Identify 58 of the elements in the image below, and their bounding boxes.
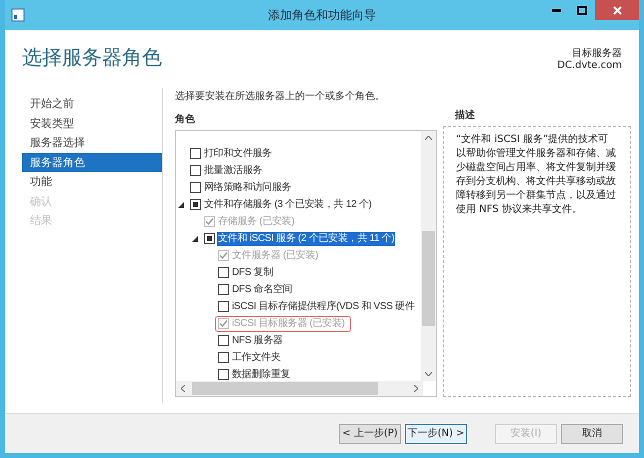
partial-check-icon [207, 236, 212, 241]
role-label[interactable]: DFS 命名空间 [231, 282, 294, 296]
checkbox[interactable] [218, 284, 229, 295]
sidebar-item[interactable]: 功能 [22, 172, 162, 192]
expanded-arrow-icon[interactable] [178, 202, 184, 208]
sidebar-item[interactable]: 安装类型 [22, 114, 162, 133]
scroll-up-icon [425, 136, 432, 140]
window-title: 添加角色和功能向导 [268, 7, 376, 24]
sidebar-item[interactable]: 开始之前 [22, 94, 162, 114]
role-label[interactable]: DFS 复制 [231, 266, 274, 280]
checkmark-icon [219, 319, 228, 328]
scroll-left-icon [181, 385, 185, 392]
target-server: DC.dvte.com [557, 60, 622, 72]
checkbox[interactable] [204, 233, 215, 244]
checkbox[interactable] [190, 148, 201, 159]
scroll-right-icon [414, 385, 418, 392]
checkmark-icon [205, 217, 214, 226]
scroll-down-icon [425, 372, 432, 376]
checkbox[interactable] [190, 199, 201, 210]
checkbox[interactable] [218, 335, 229, 346]
role-label[interactable]: 打印和文件服务 [203, 146, 273, 160]
scroll-thumb[interactable] [192, 382, 378, 395]
checkbox[interactable] [190, 165, 201, 176]
wizard-button[interactable]: 取消 [561, 424, 623, 444]
role-label[interactable]: 工作文件夹 [231, 350, 282, 364]
close-icon [612, 6, 622, 14]
description-label: 描述 [454, 108, 475, 123]
horizontal-scrollbar[interactable] [176, 381, 423, 396]
sidebar-item[interactable]: 服务器角色 [22, 152, 162, 172]
partial-check-icon [193, 202, 198, 207]
role-label[interactable]: 批量激活服务 [203, 164, 264, 178]
wizard-button[interactable]: < 上一步(P) [339, 424, 401, 444]
page-heading: 选择服务器角色 [22, 44, 162, 71]
checkbox[interactable] [190, 182, 201, 193]
role-label[interactable]: 文件和存储服务 (3 个已安装，共 12 个) [203, 198, 373, 212]
roles-label: 角色 [175, 112, 195, 127]
minimize-icon [552, 8, 560, 12]
role-label[interactable]: NFS 服务器 [231, 334, 284, 348]
expanded-arrow-icon[interactable] [192, 236, 198, 242]
checkbox[interactable] [218, 267, 229, 278]
sidebar-item[interactable]: 服务器选择 [22, 133, 162, 152]
checkbox[interactable] [218, 301, 229, 312]
app-icon [11, 8, 25, 22]
checkbox[interactable] [218, 352, 229, 363]
wizard-button[interactable]: 下一步(N) > [405, 424, 467, 444]
target-label: 目标服务器 [572, 48, 622, 60]
description-text: “文件和 iSCSI 服务”提供的技术可以帮助你管理文件服务器和存储、减少磁盘空间占用率、将文件复制并缓存到分支机构、将文件共享移动或故障转移到另一个群集节点，以及通过使用 NFS 协议来共享文件。 [456, 133, 617, 217]
role-label[interactable]: 数据删除重复 [231, 368, 292, 382]
role-label[interactable]: 文件和 iSCSI 服务 (2 个已安装，共 11 个) [217, 232, 396, 246]
checkbox[interactable] [218, 369, 229, 380]
vertical-scrollbar[interactable] [421, 131, 436, 381]
instruction-text: 选择要安装在所选服务器上的一个或多个角色。 [175, 90, 386, 104]
role-label[interactable]: iSCSI 目标存储提供程序(VDS 和 VSS 硬件 [231, 300, 416, 314]
checkmark-icon [219, 251, 228, 260]
maximize-icon [577, 6, 587, 14]
scroll-thumb[interactable] [422, 231, 435, 326]
close-button[interactable] [595, 0, 639, 20]
role-label[interactable]: 网络策略和访问服务 [203, 180, 292, 194]
